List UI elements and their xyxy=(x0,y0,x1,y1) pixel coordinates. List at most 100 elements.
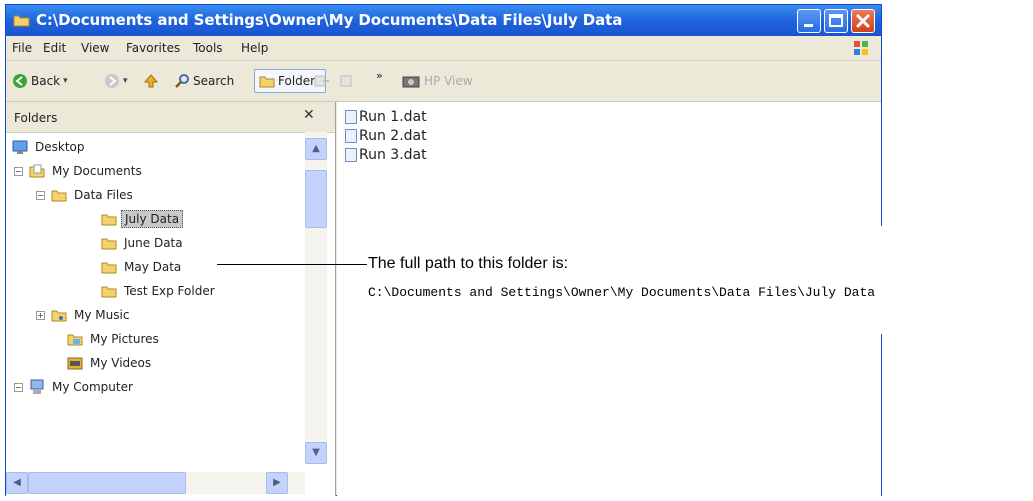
scroll-left-button[interactable]: ◀ xyxy=(6,472,28,494)
scroll-thumb[interactable] xyxy=(305,170,327,228)
title-bar[interactable]: C:\Documents and Settings\Owner\My Docum… xyxy=(6,5,881,36)
file-item[interactable]: Run 3.dat xyxy=(345,146,427,164)
copy-to-button[interactable] xyxy=(338,69,354,93)
tree-label: May Data xyxy=(124,260,182,274)
windows-logo-icon xyxy=(854,41,868,55)
move-to-button[interactable] xyxy=(314,69,330,93)
documents-folder-icon xyxy=(29,164,45,178)
callout-path: C:\Documents and Settings\Owner\My Docum… xyxy=(368,285,876,300)
minimize-icon xyxy=(804,24,813,27)
maximize-button[interactable] xyxy=(824,9,848,33)
menu-bar: File Edit View Favorites Tools Help xyxy=(6,36,881,61)
folder-icon xyxy=(13,15,30,27)
minimize-button[interactable] xyxy=(797,9,821,33)
tree-label: Test Exp Folder xyxy=(124,284,215,298)
camera-icon xyxy=(402,76,420,88)
file-name: Run 3.dat xyxy=(359,147,427,163)
tree-item-test-exp-folder[interactable]: Test Exp Folder xyxy=(101,280,218,302)
videos-folder-icon xyxy=(67,357,83,370)
search-label: Search xyxy=(193,74,235,88)
data-file-icon xyxy=(345,148,357,162)
maximize-icon xyxy=(829,14,843,27)
tree-label: June Data xyxy=(124,236,183,250)
folders-pane: Folders ✕ Desktop − My Documents − Data … xyxy=(6,102,336,496)
scroll-down-button[interactable]: ▼ xyxy=(305,442,327,464)
tree-item-july-data[interactable]: July Data xyxy=(101,208,184,230)
data-file-icon xyxy=(345,129,357,143)
tree-label: My Videos xyxy=(90,356,152,370)
chevron-down-icon: ▾ xyxy=(63,76,68,86)
file-name: Run 2.dat xyxy=(359,128,427,144)
close-button[interactable] xyxy=(851,9,875,33)
toolbar-overflow-button[interactable]: » xyxy=(376,63,383,87)
forward-button[interactable]: ▾ xyxy=(104,69,128,93)
back-label: Back xyxy=(31,74,61,88)
pictures-folder-icon xyxy=(67,334,83,346)
tree-label: Desktop xyxy=(35,140,85,154)
collapse-toggle[interactable]: − xyxy=(14,166,23,176)
tree-label: Data Files xyxy=(74,188,133,202)
file-item[interactable]: Run 2.dat xyxy=(345,127,427,145)
tree-item-desktop[interactable]: Desktop xyxy=(12,136,88,158)
desktop-icon xyxy=(12,140,28,154)
menu-edit[interactable]: Edit xyxy=(43,41,66,55)
back-arrow-icon xyxy=(13,74,27,88)
computer-icon xyxy=(30,379,44,394)
chevron-down-icon: ▾ xyxy=(123,76,128,86)
folder-icon xyxy=(259,76,275,88)
hp-view-label: HP View xyxy=(424,74,473,88)
tree-label: My Documents xyxy=(52,164,142,178)
folder-open-icon xyxy=(51,190,67,202)
folders-horizontal-scrollbar[interactable]: ◀ ▶ xyxy=(6,472,305,494)
collapse-toggle[interactable]: − xyxy=(36,190,45,200)
scroll-thumb[interactable] xyxy=(28,472,186,494)
hp-view-button[interactable]: HP View xyxy=(401,69,473,93)
tree-label: My Music xyxy=(74,308,130,322)
folder-icon xyxy=(101,286,117,298)
music-folder-icon xyxy=(51,310,67,322)
menu-favorites[interactable]: Favorites xyxy=(126,41,180,55)
overflow-label: » xyxy=(376,68,383,82)
folder-icon xyxy=(101,214,117,226)
scroll-up-button[interactable]: ▲ xyxy=(305,138,327,160)
collapse-toggle[interactable]: − xyxy=(14,382,23,392)
forward-arrow-icon xyxy=(105,74,119,88)
search-button[interactable]: Search xyxy=(174,69,234,93)
scroll-right-button[interactable]: ▶ xyxy=(266,472,288,494)
menu-tools[interactable]: Tools xyxy=(193,41,223,55)
tree-item-my-computer[interactable]: − My Computer xyxy=(14,376,136,398)
callout-leader-line xyxy=(217,264,367,265)
callout-text: The full path to this folder is: xyxy=(368,255,569,272)
tree-item-data-files[interactable]: − Data Files xyxy=(36,184,136,206)
tree-label: My Computer xyxy=(52,380,133,394)
move-to-icon xyxy=(314,75,329,87)
folder-icon xyxy=(101,262,117,274)
file-name: Run 1.dat xyxy=(359,109,427,125)
copy-to-icon xyxy=(340,75,352,87)
tree-item-my-pictures[interactable]: My Pictures xyxy=(67,328,162,350)
back-button[interactable]: Back ▾ xyxy=(12,69,68,93)
tree-label: July Data xyxy=(121,210,184,228)
close-pane-icon[interactable]: ✕ xyxy=(303,107,315,123)
callout-background xyxy=(862,226,1033,334)
folder-icon xyxy=(101,238,117,250)
menu-help[interactable]: Help xyxy=(241,41,268,55)
up-arrow-icon xyxy=(143,74,159,88)
toolbar: Back ▾ ▾ Search Folders » HP View xyxy=(6,61,881,102)
tree-item-june-data[interactable]: June Data xyxy=(101,232,186,254)
up-folder-button[interactable] xyxy=(143,69,159,93)
tree-item-may-data[interactable]: May Data xyxy=(101,256,184,278)
folders-pane-header: Folders ✕ xyxy=(6,102,335,133)
tree-item-my-videos[interactable]: My Videos xyxy=(67,352,154,374)
file-item[interactable]: Run 1.dat xyxy=(345,108,427,126)
menu-file[interactable]: File xyxy=(12,41,32,55)
menu-view[interactable]: View xyxy=(81,41,109,55)
window-title: C:\Documents and Settings\Owner\My Docum… xyxy=(36,11,623,29)
folders-pane-title: Folders xyxy=(14,111,58,125)
tree-item-my-documents[interactable]: − My Documents xyxy=(14,160,145,182)
search-icon xyxy=(175,74,189,88)
folders-vertical-scrollbar[interactable]: ▲ ▼ xyxy=(305,132,327,464)
tree-item-my-music[interactable]: + My Music xyxy=(36,304,132,326)
tree-label: My Pictures xyxy=(90,332,159,346)
expand-toggle[interactable]: + xyxy=(36,310,45,320)
